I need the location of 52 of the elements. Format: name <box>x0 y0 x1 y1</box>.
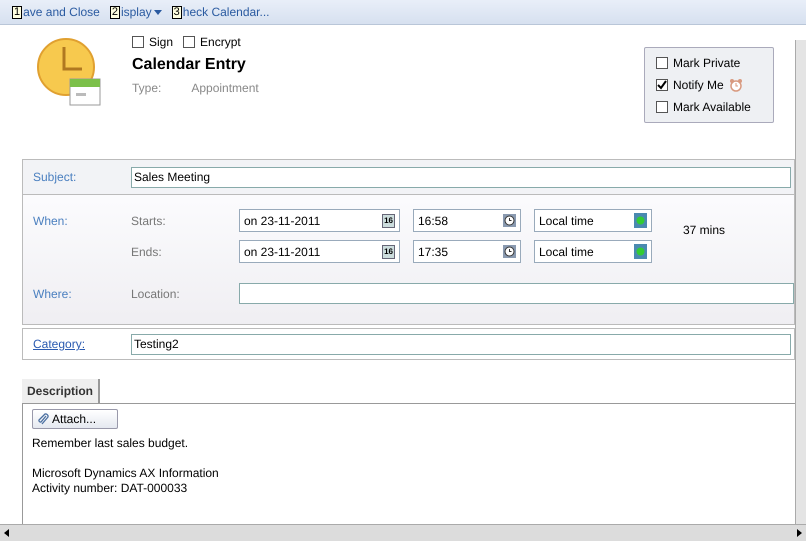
timezone-field[interactable]: Local time <box>534 240 652 263</box>
shortcut-key-badge: 1 <box>12 6 22 18</box>
duration-text: 37 mins <box>683 222 726 239</box>
location-field[interactable] <box>239 283 794 304</box>
date-field[interactable]: on 23-11-2011 16 <box>239 240 400 263</box>
attach-button[interactable]: Attach... <box>32 409 118 429</box>
timezone-field[interactable]: Local time <box>534 209 652 232</box>
type-value: Appointment <box>191 80 259 97</box>
horizontal-scrollbar[interactable] <box>0 524 806 541</box>
checkbox-label: Encrypt <box>200 34 241 51</box>
shortcut-key-badge: 3 <box>172 6 182 18</box>
time-field[interactable]: 17:35 <box>413 240 521 263</box>
checkbox[interactable] <box>132 36 144 48</box>
checkbox[interactable] <box>656 79 668 91</box>
subject-label: Subject: <box>32 169 78 186</box>
paperclip-icon <box>37 412 49 426</box>
description-text: Remember last sales budget. <box>32 436 190 451</box>
vertical-scrollbar[interactable] <box>795 40 806 524</box>
scroll-right-icon[interactable] <box>797 529 802 537</box>
when-label: When: <box>32 212 69 230</box>
form-title: Calendar Entry <box>132 55 247 75</box>
checkbox[interactable] <box>656 101 668 113</box>
alarm-clock-icon <box>728 78 743 92</box>
calendar-icon[interactable]: 16 <box>382 244 395 258</box>
shortcut-key-badge: 2 <box>110 6 120 18</box>
checkbox-label: Sign <box>149 34 174 51</box>
calendar-icon[interactable]: 16 <box>382 214 395 228</box>
time-field[interactable]: 16:58 <box>413 209 521 232</box>
toolbar-button[interactable]: ave and Close <box>23 3 100 21</box>
clock-icon[interactable] <box>503 214 516 227</box>
category-field[interactable]: Testing2 <box>131 334 791 354</box>
where-label: Where: <box>32 286 73 302</box>
toolbar-button[interactable]: heck Calendar... <box>182 3 270 21</box>
scroll-left-icon[interactable] <box>4 529 9 537</box>
row-label: Ends: <box>131 244 163 260</box>
checkbox-label: Mark Available <box>673 99 751 116</box>
toolbar-button[interactable]: isplay <box>120 3 162 21</box>
caret-icon <box>154 10 162 14</box>
checkbox-label: Mark Private <box>673 55 740 72</box>
clock-icon[interactable] <box>503 245 516 258</box>
subject-field[interactable]: Sales Meeting <box>131 166 791 188</box>
category-link[interactable]: Category: <box>23 335 131 353</box>
description-text: Activity number: DAT-000033 <box>32 481 188 496</box>
location-label: Location: <box>131 286 181 302</box>
checkbox-label: Notify Me <box>673 77 724 94</box>
date-field[interactable]: on 23-11-2011 16 <box>239 209 400 232</box>
type-label: Type: <box>132 80 162 97</box>
description-text: Microsoft Dynamics AX Information <box>32 466 219 481</box>
row-label: Starts: <box>131 212 167 230</box>
checkbox[interactable] <box>183 36 196 48</box>
checkbox[interactable] <box>656 57 668 69</box>
tab[interactable]: Description <box>22 379 100 403</box>
